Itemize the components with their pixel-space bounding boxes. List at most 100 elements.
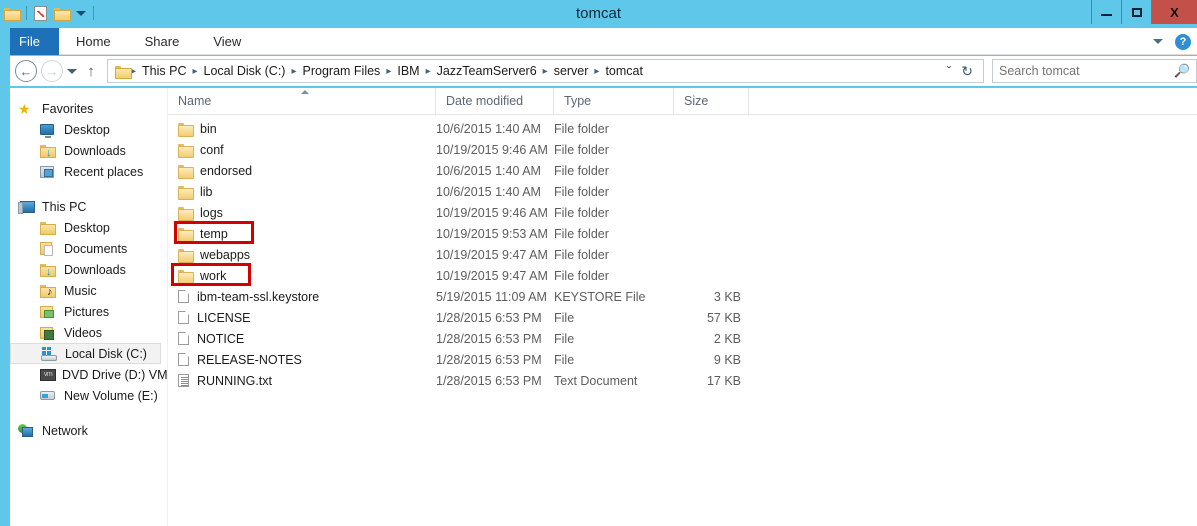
sidebar-item-desktop-fav[interactable]: Desktop [10,119,167,140]
search-icon[interactable]: 🔍 [1174,63,1190,79]
column-header-size[interactable]: Size [674,88,749,114]
file-type: File folder [554,142,609,157]
sidebar-group-this-pc-label: This PC [42,199,87,214]
qat-divider [26,6,27,20]
new-folder-icon[interactable] [54,7,71,21]
column-header-name-label: Name [178,94,212,108]
breadcrumb-item-jazzteamserver6[interactable]: JazzTeamServer6 [432,64,542,78]
column-header-type[interactable]: Type [554,88,674,114]
title-bar: tomcat X [0,0,1197,28]
sidebar-item-label: Music [64,283,97,298]
column-header-name[interactable]: Name [168,88,436,114]
file-name-cell: endorsed [168,164,436,179]
properties-icon[interactable] [34,5,47,21]
back-icon: ← [19,63,33,79]
breadcrumb-item-tomcat[interactable]: tomcat [600,64,648,78]
table-row[interactable]: endorsed 10/6/2015 1:40 AM File folder [168,160,1197,181]
breadcrumb-bar[interactable]: ▸ This PC ▸ Local Disk (C:) ▸ Program Fi… [107,59,984,83]
sidebar-item-downloads[interactable]: ↓ Downloads [10,259,167,280]
file-date: 1/28/2015 6:53 PM [436,331,542,346]
file-date: 10/6/2015 1:40 AM [436,184,541,199]
chevron-down-icon [67,68,77,74]
explorer-body: ★ Favorites Desktop ↓ Downloads Recent p… [10,88,1197,526]
table-row[interactable]: webapps 10/19/2015 9:47 AM File folder [168,244,1197,265]
breadcrumb-item-local-disk[interactable]: Local Disk (C:) [199,64,291,78]
maximize-button[interactable] [1121,0,1151,24]
sidebar-item-dvd-drive-d[interactable]: vm DVD Drive (D:) VMw [10,364,167,385]
table-row[interactable]: RUNNING.txt 1/28/2015 6:53 PM Text Docum… [168,370,1197,391]
sidebar-item-videos[interactable]: Videos [10,322,167,343]
file-size: 57 KB [706,310,741,325]
tab-home-label: Home [75,34,111,49]
tab-share[interactable]: Share [128,28,197,55]
file-icon [178,353,189,366]
forward-button[interactable]: → [41,60,63,82]
folder-icon [178,206,194,221]
file-name: logs [200,205,223,220]
up-button[interactable]: ↑ [81,63,101,80]
computer-icon [18,200,36,214]
chevron-down-icon[interactable] [1153,39,1163,44]
breadcrumb-separator: ▸ [192,65,198,77]
star-icon: ★ [18,100,31,117]
recent-locations-button[interactable] [63,68,81,74]
sidebar-item-pictures[interactable]: Pictures [10,301,167,322]
back-button[interactable]: ← [15,60,37,82]
help-icon[interactable]: ? [1175,33,1191,50]
tab-home[interactable]: Home [59,28,128,55]
table-row[interactable]: NOTICE 1/28/2015 6:53 PM File 2 KB [168,328,1197,349]
ribbon-bar: File Home Share View ? [0,28,1197,55]
table-row[interactable]: temp 10/19/2015 9:53 AM File folder [168,221,1197,244]
refresh-icon[interactable]: ↻ [961,63,973,80]
file-size: 2 KB [713,331,741,346]
file-size: 3 KB [713,289,741,304]
window-controls: X [1091,0,1197,24]
network-icon [18,424,36,437]
address-history-caret-icon[interactable]: ˇ [947,63,952,79]
sidebar-group-network[interactable]: Network [10,420,167,441]
search-box[interactable]: 🔍 [992,59,1197,83]
table-row[interactable]: RELEASE-NOTES 1/28/2015 6:53 PM File 9 K… [168,349,1197,370]
pictures-folder-icon [40,305,58,318]
sidebar-item-label: Desktop [64,220,110,235]
file-name-cell: LICENSE [168,311,436,325]
table-row[interactable]: ibm-team-ssl.keystore 5/19/2015 11:09 AM… [168,286,1197,307]
file-type: File [554,310,575,325]
folder-icon[interactable] [4,7,21,21]
breadcrumb-item-program-files[interactable]: Program Files [298,64,386,78]
sidebar-item-music[interactable]: ♪ Music [10,280,167,301]
tab-view[interactable]: View [196,28,258,55]
column-header-date-modified[interactable]: Date modified [436,88,554,114]
sidebar-item-downloads-fav[interactable]: ↓ Downloads [10,140,167,161]
table-row[interactable]: logs 10/19/2015 9:46 AM File folder [168,202,1197,223]
table-row[interactable]: conf 10/19/2015 9:46 AM File folder [168,139,1197,160]
minimize-button[interactable] [1091,0,1121,24]
breadcrumb-item-server[interactable]: server [549,64,594,78]
sidebar-item-recent-places[interactable]: Recent places [10,161,167,182]
sidebar-item-new-volume-e[interactable]: New Volume (E:) [10,385,167,406]
file-type: File folder [554,205,609,220]
file-name: webapps [200,247,251,262]
up-icon: ↑ [87,62,95,80]
table-row[interactable]: LICENSE 1/28/2015 6:53 PM File 57 KB [168,307,1197,328]
table-row[interactable]: work 10/19/2015 9:47 AM File folder [168,263,1197,286]
table-row[interactable]: lib 10/6/2015 1:40 AM File folder [168,181,1197,202]
table-row[interactable]: bin 10/6/2015 1:40 AM File folder [168,118,1197,139]
file-name-cell: logs [168,205,436,221]
search-input[interactable] [999,64,1174,78]
file-list-pane: Name Date modified Type Size bin 10/6/20… [167,88,1197,526]
breadcrumb-item-this-pc[interactable]: This PC [137,64,191,78]
file-name-cell: RELEASE-NOTES [168,353,436,367]
breadcrumb-item-ibm[interactable]: IBM [392,64,424,78]
sidebar-group-favorites[interactable]: ★ Favorites [10,98,167,119]
file-name-cell: NOTICE [168,332,436,346]
file-name-cell: temp [168,227,436,242]
sidebar-group-this-pc[interactable]: This PC [10,196,167,217]
sidebar-item-local-disk-c[interactable]: Local Disk (C:) [10,343,161,364]
customize-caret-icon[interactable] [76,10,86,16]
column-header-type-label: Type [564,94,592,108]
sidebar-item-documents[interactable]: Documents [10,238,167,259]
close-button[interactable]: X [1151,0,1197,24]
file-size: 17 KB [706,373,741,388]
sidebar-item-desktop[interactable]: Desktop [10,217,167,238]
